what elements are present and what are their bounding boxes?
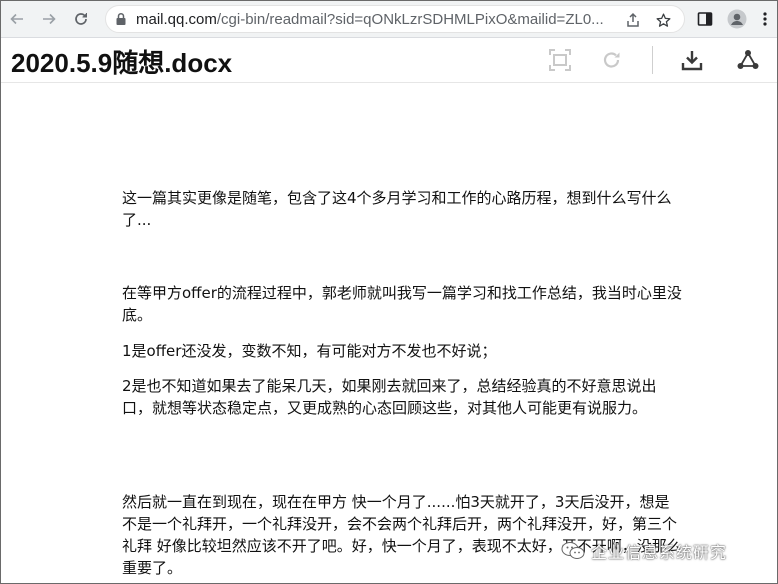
rotate-icon [603,52,620,68]
toolbar-divider [652,46,653,74]
bookmark-button[interactable] [654,11,672,29]
menu-button[interactable] [755,9,775,29]
more-vert-icon [763,12,767,26]
watermark: 企业信息系统研究 [561,537,727,565]
rotate-button[interactable] [599,47,625,73]
paragraph: 2是也不知道如果去了能呆几天，如果刚去就回来了，总结经验真的不好意思说出口，就想… [122,377,657,417]
wechat-icon [561,542,585,559]
avatar-icon [727,9,747,29]
watermark-text: 企业信息系统研究 [591,543,728,562]
viewer-header: 2020.5.9随想.docx [1,38,777,83]
download-icon [681,51,703,71]
url-text: mail.qq.com/cgi-bin/readmail?sid=qONkLzr… [136,11,606,28]
arrow-left-icon [10,13,23,25]
side-panel-icon [697,12,713,26]
share-nodes-icon [737,50,759,69]
paragraph: 在等甲方offer的流程过程中，郭老师就叫我写一篇学习和找工作总结，我当时心里没… [122,284,682,324]
document-title: 2020.5.9随想.docx [11,48,233,78]
reload-button[interactable] [69,7,93,31]
download-button[interactable] [679,47,705,73]
document-page: 这一篇其实更像是随笔，包含了这4个多月学习和工作的心路历程，想到什么写什么了..… [1,83,777,583]
paragraph: 这一篇其实更像是随笔，包含了这4个多月学习和工作的心路历程，想到什么写什么了..… [122,189,672,229]
arrow-right-icon [43,13,56,25]
back-button[interactable] [5,7,29,31]
browser-window: mail.qq.com/cgi-bin/readmail?sid=qONkLzr… [0,0,778,584]
side-panel-button[interactable] [695,9,715,29]
profile-button[interactable] [727,9,747,29]
paragraph: 然后就一直在到现在，现在在甲方 快一个月了......怕3天就开了，3天后没开，… [122,493,682,577]
reload-icon [75,13,87,25]
star-icon [655,12,671,27]
lock-icon [116,12,126,25]
share-icon [627,12,639,27]
share-button[interactable] [624,11,642,29]
address-bar[interactable]: mail.qq.com/cgi-bin/readmail?sid=qONkLzr… [105,5,685,33]
url-path: /cgi-bin/readmail?sid=qONkLzrSDHMLPixO&m… [216,11,604,28]
browser-toolbar: mail.qq.com/cgi-bin/readmail?sid=qONkLzr… [1,1,777,38]
fullscreen-icon [549,49,571,71]
url-host: mail.qq.com [136,11,217,28]
paragraph: 1是offer还没发，变数不知，有可能对方不发也不好说； [122,342,497,360]
forward-button[interactable] [37,7,61,31]
share-doc-button[interactable] [735,47,761,73]
fullscreen-button[interactable] [547,47,573,73]
